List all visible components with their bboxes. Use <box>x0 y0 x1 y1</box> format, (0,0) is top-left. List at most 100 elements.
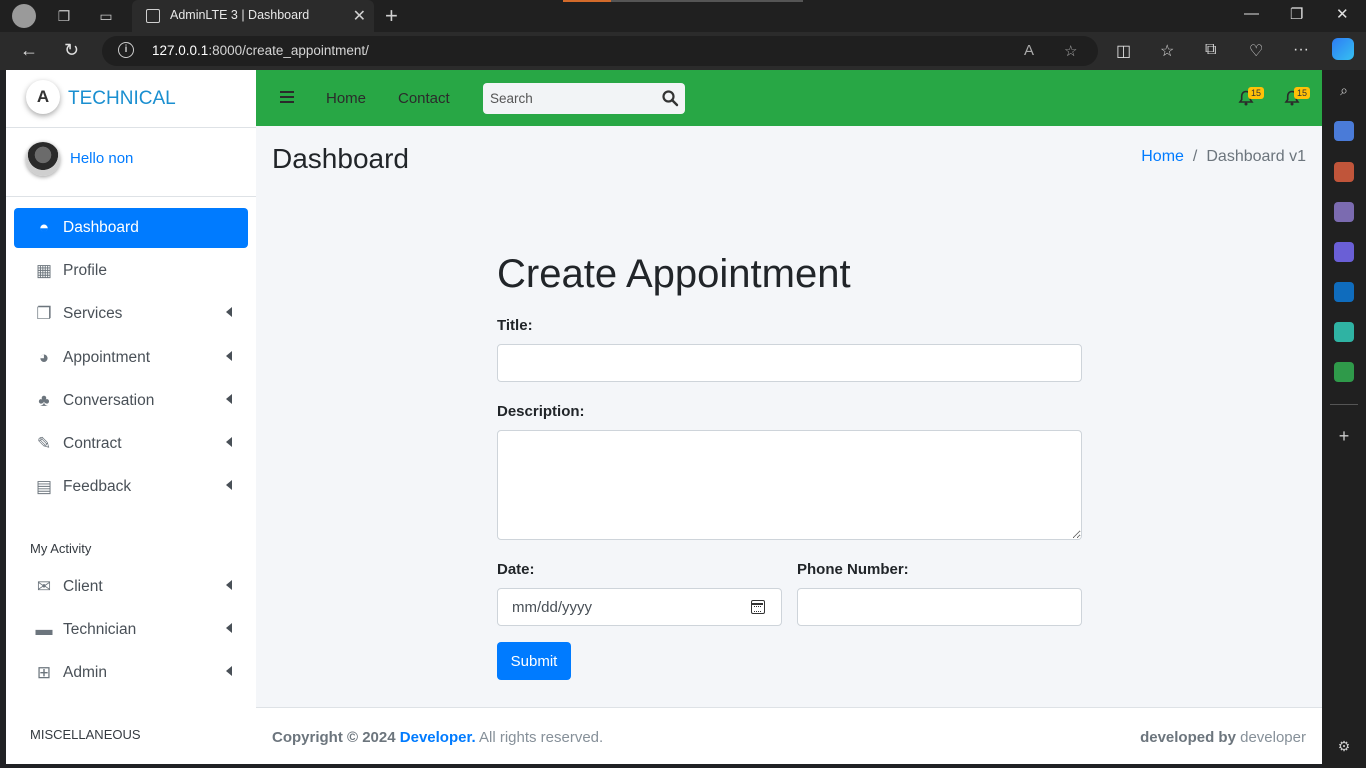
nav-link-contact[interactable]: Contact <box>398 90 450 107</box>
chevron-left-icon <box>226 480 232 490</box>
brand-text: TECHNICAL <box>68 88 176 109</box>
search-icon[interactable] <box>661 89 679 107</box>
page-title: Dashboard <box>272 143 409 174</box>
shopping-icon[interactable] <box>1334 121 1354 141</box>
outlook-icon[interactable] <box>1334 282 1354 302</box>
breadcrumb-current: Dashboard v1 <box>1206 148 1306 165</box>
rail-divider <box>1330 404 1358 405</box>
sidebar-item-conversation[interactable]: ♣ Conversation <box>14 381 248 421</box>
submit-button[interactable]: Submit <box>497 642 571 680</box>
read-aloud-icon[interactable]: A <box>1024 42 1034 59</box>
restore-icon[interactable]: ❐ <box>1290 5 1303 23</box>
envelope-icon: ✉ <box>36 577 52 596</box>
phone-label: Phone Number: <box>797 561 909 578</box>
new-tab-icon[interactable]: + <box>385 3 398 29</box>
reload-icon[interactable]: ↻ <box>64 40 79 61</box>
sidebar: A TECHNICAL Hello non ◓ Dashboard ▦ Prof… <box>6 70 256 764</box>
collections-icon[interactable]: ⧉ <box>1205 41 1216 59</box>
sidebar-item-profile[interactable]: ▦ Profile <box>14 251 248 291</box>
profile-icon[interactable] <box>12 4 36 28</box>
sidebar-item-services[interactable]: ❐ Services <box>14 294 248 334</box>
browser-tab[interactable]: AdminLTE 3 | Dashboard ✕ <box>132 0 374 32</box>
footer: Copyright © 2024 Developer. All rights r… <box>256 707 1322 764</box>
title-input[interactable] <box>497 344 1082 382</box>
title-label: Title: <box>497 317 533 334</box>
breadcrumb-home[interactable]: Home <box>1141 148 1184 165</box>
tools-icon[interactable] <box>1334 162 1354 182</box>
breadcrumb: Home / Dashboard v1 <box>1141 148 1306 166</box>
book-icon: ▬ <box>35 620 53 639</box>
tab-actions-icon[interactable]: ▭ <box>96 6 116 26</box>
breadcrumb-separator: / <box>1192 148 1198 165</box>
favorite-star-icon[interactable]: ☆ <box>1064 42 1077 60</box>
notification-badge: 15 <box>1248 87 1265 99</box>
send-icon[interactable] <box>1334 322 1354 342</box>
sidebar-item-label: Profile <box>63 262 107 279</box>
chevron-left-icon <box>226 351 232 361</box>
favorites-icon[interactable]: ☆ <box>1160 41 1174 61</box>
grid-icon: ▦ <box>35 261 53 280</box>
close-tab-icon[interactable]: ✕ <box>353 6 366 26</box>
add-icon[interactable]: + <box>1334 426 1354 446</box>
workspaces-icon[interactable]: ❐ <box>54 6 74 26</box>
footer-copyright: Copyright © 2024 Developer. All rights r… <box>272 729 604 746</box>
sidebar-item-appointment[interactable]: ◕ Appointment <box>14 338 248 378</box>
sidebar-item-label: Feedback <box>63 478 132 495</box>
top-navbar: Home Contact 15 15 <box>256 70 1322 126</box>
footer-developer-link[interactable]: Developer. <box>400 729 476 746</box>
phone-input[interactable] <box>797 588 1082 626</box>
chevron-left-icon <box>226 437 232 447</box>
microsoft365-icon[interactable] <box>1334 242 1354 262</box>
brand-link[interactable]: A TECHNICAL <box>6 70 256 126</box>
hamburger-menu-icon[interactable] <box>280 91 294 103</box>
calendar-icon[interactable] <box>751 600 765 614</box>
edge-sidebar-rail: ⌕ + ⚙ <box>1322 70 1366 768</box>
date-placeholder: mm/dd/yyyy <box>512 599 593 616</box>
sidebar-item-label: Client <box>63 578 103 595</box>
date-label: Date: <box>497 561 535 578</box>
search-icon[interactable]: ⌕ <box>1334 80 1354 100</box>
nav-link-home[interactable]: Home <box>326 90 366 107</box>
url-field[interactable]: i 127.0.0.1:8000/create_appointment/ A ☆ <box>102 36 1098 66</box>
sidebar-item-contract[interactable]: ✎ Contract <box>14 424 248 464</box>
search-input[interactable] <box>483 83 653 114</box>
tree-app-icon[interactable] <box>1334 362 1354 382</box>
close-window-icon[interactable]: ✕ <box>1336 5 1349 23</box>
tree-icon: ♣ <box>38 391 50 410</box>
notification-badge: 15 <box>1294 87 1311 99</box>
sidebar-item-label: Appointment <box>63 349 151 366</box>
sidebar-item-dashboard[interactable]: ◓ Dashboard <box>14 208 248 248</box>
split-screen-icon[interactable]: ◫ <box>1116 41 1131 61</box>
sidebar-item-feedback[interactable]: ▤ Feedback <box>14 467 248 507</box>
sidebar-item-label: Contract <box>63 435 122 452</box>
table-icon: ▤ <box>35 477 53 496</box>
sidebar-item-client[interactable]: ✉ Client <box>14 567 248 607</box>
sidebar-item-technician[interactable]: ▬ Technician <box>14 610 248 650</box>
footer-credit: developed by developer <box>1140 729 1306 746</box>
sidebar-item-admin[interactable]: ⊞ Admin <box>14 653 248 693</box>
navbar-search <box>483 83 685 114</box>
back-icon[interactable]: ← <box>20 40 38 61</box>
settings-icon[interactable]: ⚙ <box>1334 736 1354 756</box>
page-icon <box>146 9 160 23</box>
plus-square-icon: ⊞ <box>36 663 52 682</box>
chevron-left-icon <box>226 580 232 590</box>
sidebar-item-label: Admin <box>63 664 107 681</box>
tab-indicator <box>563 0 611 2</box>
browser-address-bar: ← ↻ i 127.0.0.1:8000/create_appointment/… <box>0 32 1366 70</box>
more-menu-icon[interactable]: ··· <box>1293 41 1309 59</box>
nav-header-misc: MISCELLANEOUS <box>30 727 141 742</box>
minimize-icon[interactable]: — <box>1244 5 1259 22</box>
chevron-left-icon <box>226 394 232 404</box>
brand-logo: A <box>26 80 60 114</box>
copilot-icon[interactable] <box>1332 38 1354 60</box>
sidebar-item-label: Services <box>63 305 123 322</box>
description-textarea[interactable] <box>497 430 1082 540</box>
info-icon[interactable]: i <box>118 42 134 58</box>
extensions-icon[interactable]: ♡ <box>1249 41 1263 61</box>
user-name[interactable]: Hello non <box>70 150 133 167</box>
tab-indicator <box>611 0 803 2</box>
sidebar-item-label: Technician <box>63 621 137 638</box>
date-input[interactable]: mm/dd/yyyy <box>497 588 782 626</box>
games-icon[interactable] <box>1334 202 1354 222</box>
